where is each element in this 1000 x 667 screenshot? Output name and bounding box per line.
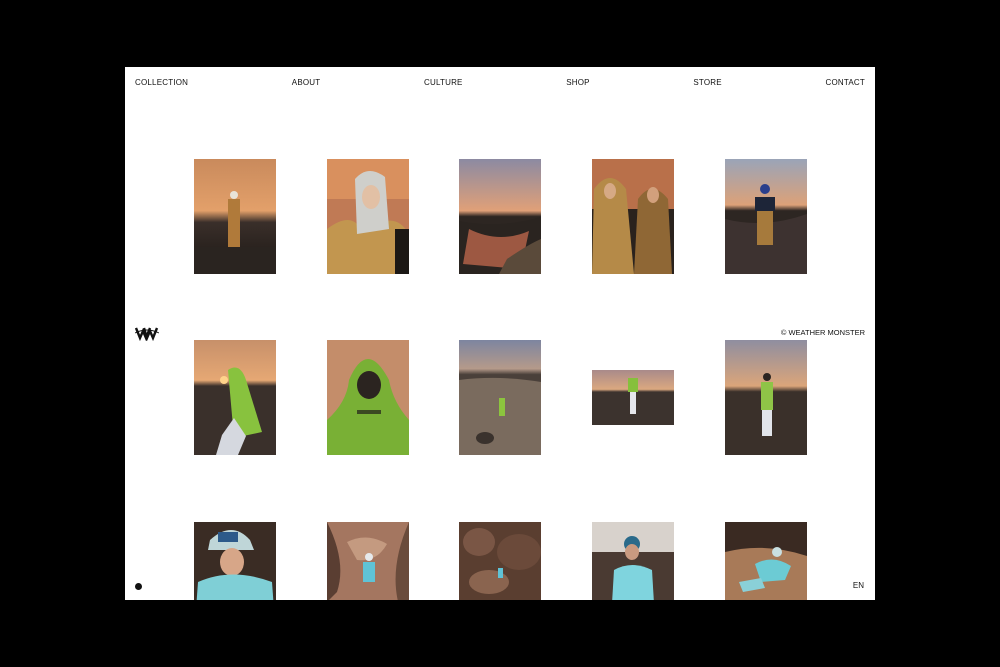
gallery-photo[interactable] [592,159,674,274]
nav-culture[interactable]: CULTURE [424,78,463,87]
photo-rock-formations [459,522,541,600]
photo-two-figures-tan-jackets [592,159,674,274]
photo-rocky-landscape-green-figure [459,340,541,455]
website-page: COLLECTION ABOUT CULTURE SHOP STORE CONT… [125,67,875,600]
nav-shop[interactable]: SHOP [566,78,589,87]
photo-green-hood-closeup [327,340,409,455]
main-nav: COLLECTION ABOUT CULTURE SHOP STORE CONT… [125,67,875,97]
photo-river-landscape [459,159,541,274]
photo-green-figure-wide [592,370,674,425]
photo-canyon-cyan-figure [327,522,409,600]
weather-monster-logo[interactable] [135,325,159,341]
photo-blue-cap-figure [725,159,807,274]
dot-indicator[interactable] [135,583,142,590]
gallery-photo[interactable] [327,340,409,455]
gallery-photo[interactable] [459,522,541,600]
gallery-photo[interactable] [194,159,276,274]
nav-about[interactable]: ABOUT [292,78,321,87]
language-switcher[interactable]: EN [853,581,864,590]
nav-collection[interactable]: COLLECTION [135,78,188,87]
photo-cyan-cap-portrait [194,522,276,600]
copyright-text: © WEATHER MONSTER [780,328,865,337]
photo-cyan-jacket-portrait [592,522,674,600]
photo-white-hood-portrait [327,159,409,274]
gallery-photo[interactable] [194,340,276,455]
gallery-photo[interactable] [725,159,807,274]
gallery-photo[interactable] [592,522,674,600]
photo-sunset-tan-jumpsuit [194,159,276,274]
photo-green-jacket-sunset [194,340,276,455]
gallery-photo[interactable] [327,522,409,600]
nav-contact[interactable]: CONTACT [825,78,864,87]
gallery-photo[interactable] [725,340,807,455]
gallery-photo[interactable] [592,370,674,425]
gallery-photo[interactable] [725,522,807,600]
gallery-photo[interactable] [194,522,276,600]
gallery-photo[interactable] [327,159,409,274]
gallery-photo[interactable] [459,159,541,274]
nav-store[interactable]: STORE [693,78,721,87]
gallery-photo[interactable] [459,340,541,455]
photo-cyan-figure-rocks [725,522,807,600]
photo-green-vest-sunset [725,340,807,455]
